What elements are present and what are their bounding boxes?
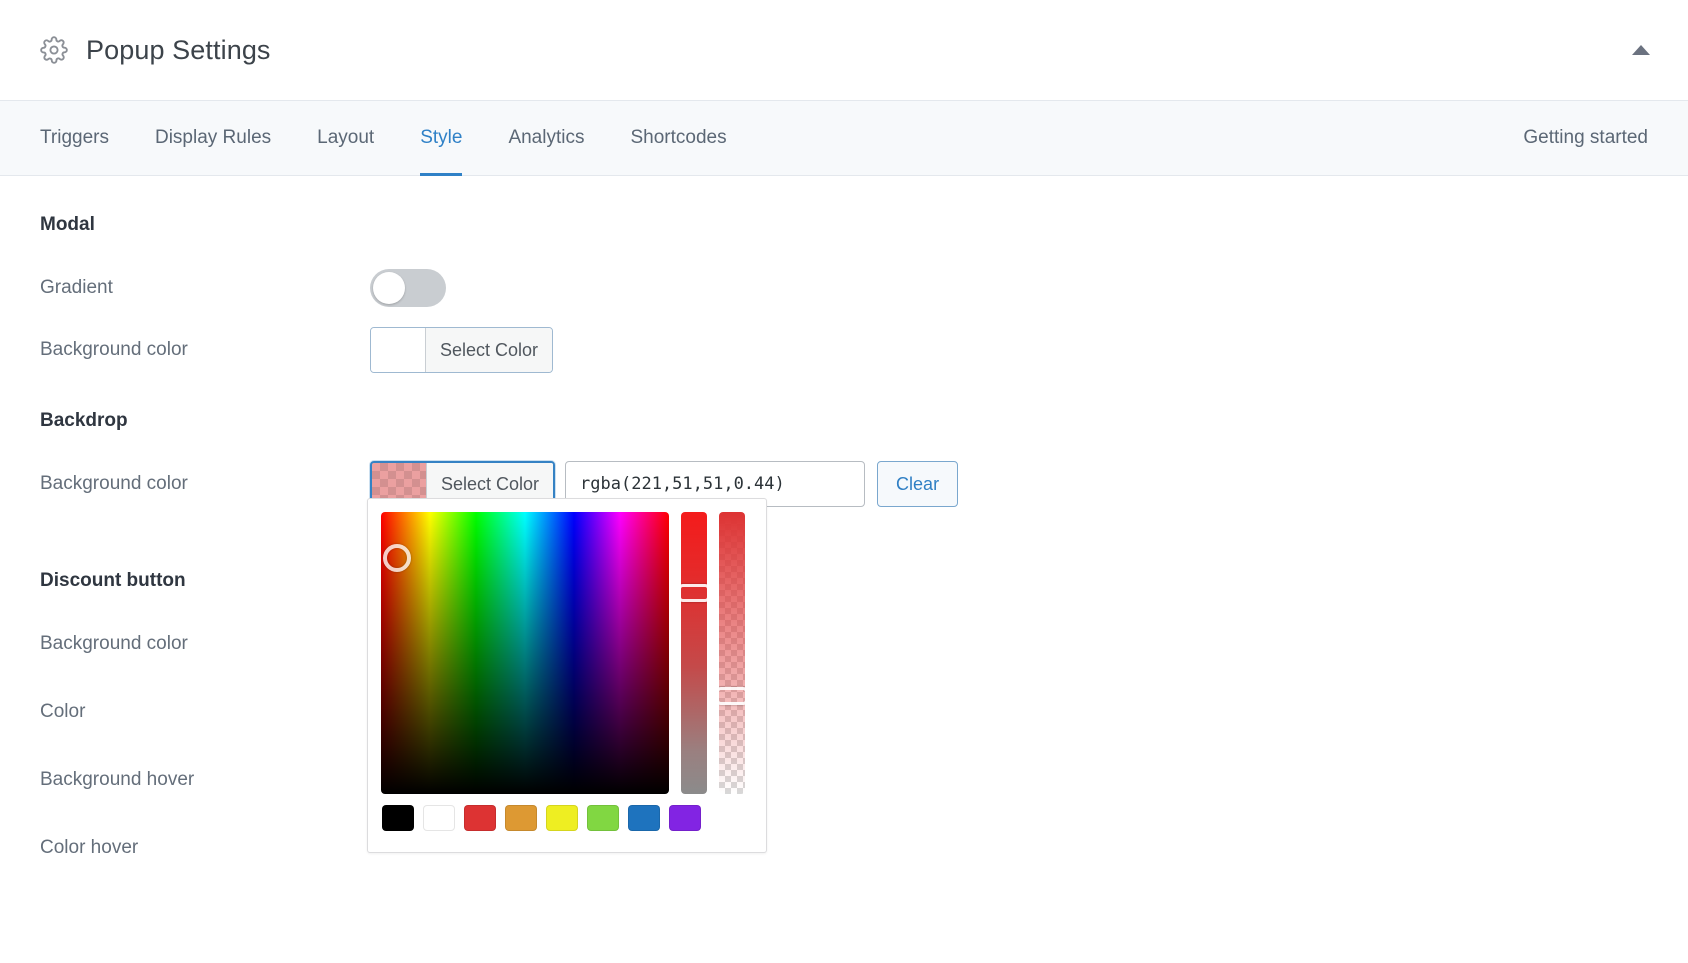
settings-content: Modal Gradient Background color Select C… [0, 176, 1688, 874]
palette-swatch-red[interactable] [464, 805, 496, 831]
tab-bar-right: Getting started [1523, 101, 1648, 175]
tab-style[interactable]: Style [397, 101, 485, 176]
field-row-discount-color-hover: Color hover [40, 822, 1648, 874]
saturation-value-square[interactable] [381, 512, 669, 794]
palette-swatch-yellow[interactable] [546, 805, 578, 831]
palette-swatch-blue[interactable] [628, 805, 660, 831]
caret-up-icon[interactable] [1632, 45, 1650, 55]
field-label-modal-background-color: Background color [40, 339, 188, 360]
tab-shortcodes[interactable]: Shortcodes [607, 101, 749, 175]
tab-layout[interactable]: Layout [294, 101, 397, 175]
field-control-gradient [370, 269, 1648, 307]
palette-swatch-amber[interactable] [505, 805, 537, 831]
section-title-backdrop: Backdrop [40, 410, 128, 431]
palette-swatch-black[interactable] [382, 805, 414, 831]
field-control-modal-background-color: Select Color [370, 327, 1648, 373]
field-row-discount-background-hover: Background hover [40, 754, 1648, 806]
gear-icon [40, 36, 68, 64]
tab-label: Triggers [40, 127, 109, 148]
tab-label: Shortcodes [630, 127, 727, 148]
modal-select-color-label: Select Color [426, 328, 553, 372]
tab-label: Display Rules [154, 127, 272, 148]
field-label-gradient: Gradient [40, 277, 113, 298]
palette-swatch-green[interactable] [587, 805, 619, 831]
field-label-backdrop-background-color: Background color [40, 473, 188, 494]
getting-started-link[interactable]: Getting started [1523, 127, 1648, 149]
alpha-slider-handle[interactable] [719, 687, 745, 705]
field-label-discount-color-hover: Color hover [40, 837, 139, 858]
hue-slider[interactable] [681, 512, 707, 794]
field-label-discount-color: Color [40, 701, 86, 722]
clear-button[interactable]: Clear [877, 461, 959, 507]
modal-color-swatch [371, 328, 426, 372]
tab-label: Layout [317, 127, 375, 148]
field-label-discount-background-hover: Background hover [40, 769, 195, 790]
gradient-toggle[interactable] [370, 269, 446, 307]
toggle-knob [373, 272, 405, 304]
saturation-value-handle[interactable] [383, 544, 411, 572]
field-row-gradient: Gradient [40, 262, 1648, 314]
section-title-discount-button: Discount button [40, 570, 186, 591]
color-picker-main [381, 512, 753, 794]
color-picker-panel[interactable] [367, 498, 767, 853]
tab-bar: Triggers Display Rules Layout Style Anal… [0, 100, 1688, 176]
field-row-modal-background-color: Background color Select Color [40, 324, 1648, 376]
section-title-modal: Modal [40, 214, 95, 235]
tab-display-rules[interactable]: Display Rules [132, 101, 294, 175]
alpha-slider[interactable] [719, 512, 745, 794]
tab-list: Triggers Display Rules Layout Style Anal… [40, 101, 750, 176]
modal-select-color-button[interactable]: Select Color [370, 327, 554, 373]
tab-label: Analytics [508, 127, 585, 148]
hue-slider-handle[interactable] [681, 584, 707, 602]
palette-swatch-white[interactable] [423, 805, 455, 831]
color-palette [381, 805, 753, 831]
field-row-discount-background-color: Background color [40, 618, 1648, 670]
page-title: Popup Settings [86, 34, 271, 65]
palette-swatch-purple[interactable] [669, 805, 701, 831]
tab-label: Style [420, 127, 463, 148]
page-header: Popup Settings [0, 0, 1688, 100]
field-label-discount-background-color: Background color [40, 633, 188, 654]
field-row-discount-color: Color [40, 686, 1648, 738]
field-row-backdrop-background-color: Background color Select Color Clear [40, 458, 1648, 510]
tab-analytics[interactable]: Analytics [485, 101, 607, 175]
tab-triggers[interactable]: Triggers [40, 101, 132, 175]
